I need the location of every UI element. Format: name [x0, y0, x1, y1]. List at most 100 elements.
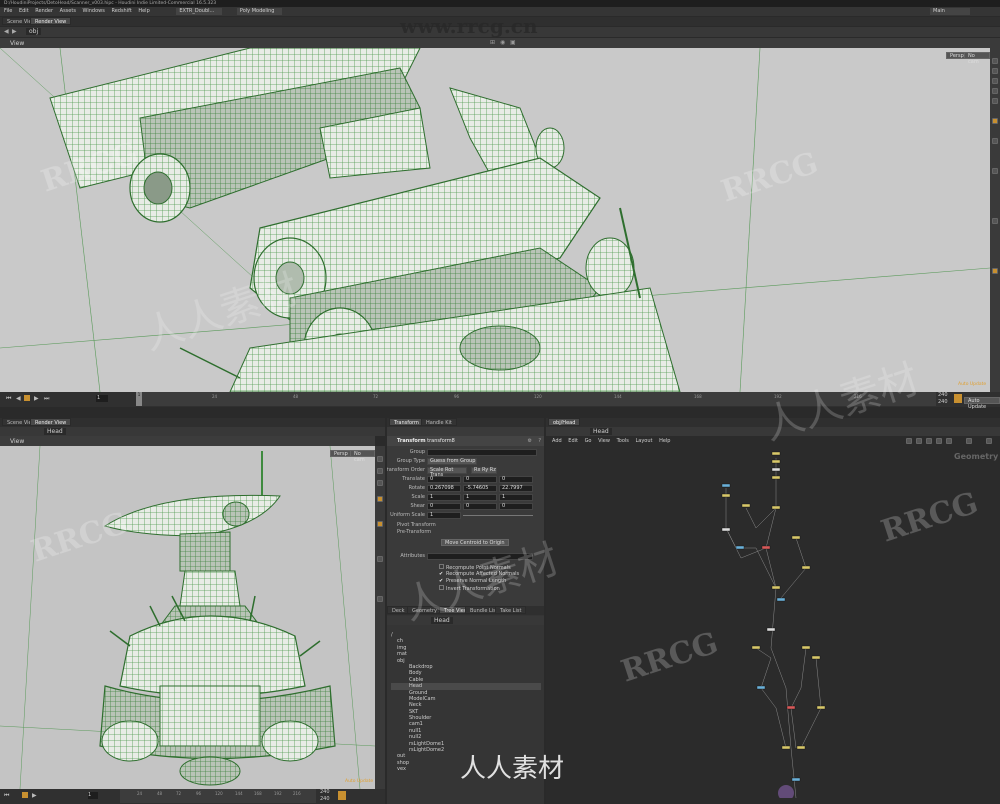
- left-viewport[interactable]: Persp No cam Auto Update: [0, 446, 375, 789]
- bottom-end-frame[interactable]: 240: [320, 789, 330, 795]
- rotate-z[interactable]: 22.7997: [499, 485, 533, 492]
- left-view-tool-icon[interactable]: [377, 556, 383, 562]
- handle-tool-icon[interactable]: [992, 98, 998, 104]
- help-icon[interactable]: ?: [538, 436, 541, 446]
- net-menu-add[interactable]: Add: [552, 438, 562, 444]
- tab-render-view[interactable]: Render View: [30, 17, 72, 25]
- bottom-end-frame-2[interactable]: 240: [320, 796, 330, 802]
- play-first-icon[interactable]: ⏮: [6, 395, 11, 403]
- ortho-tool-icon[interactable]: [992, 268, 998, 274]
- view-tool-icon[interactable]: [992, 168, 998, 174]
- snap-tool-icon[interactable]: [992, 118, 998, 124]
- net-tool-icon-4[interactable]: [936, 438, 942, 444]
- light-tool-icon[interactable]: [992, 138, 998, 144]
- shear-y[interactable]: 0: [463, 503, 497, 510]
- camera-icon[interactable]: ◉: [500, 39, 505, 46]
- rotate-x[interactable]: 0.267098: [427, 485, 461, 492]
- net-menu-edit[interactable]: Edit: [568, 438, 578, 444]
- end-frame-2[interactable]: 240: [938, 399, 948, 405]
- group-type-select[interactable]: Guess from Group: [427, 458, 477, 465]
- left-display-tool-icon[interactable]: [377, 596, 383, 602]
- left-select-tool-icon[interactable]: [377, 456, 383, 462]
- top-path[interactable]: obj: [26, 28, 42, 35]
- menu-redshift[interactable]: Redshift: [111, 8, 131, 14]
- net-tool-icon-1[interactable]: [906, 438, 912, 444]
- translate-y[interactable]: 0: [463, 476, 497, 483]
- display-icon[interactable]: ▣: [510, 39, 516, 46]
- shelf-active-tab[interactable]: Poly Modeling: [236, 8, 283, 15]
- net-tool-icon-5[interactable]: [946, 438, 952, 444]
- xform-order-select[interactable]: Scale Rot Trans: [427, 467, 467, 478]
- menu-edit[interactable]: Edit: [19, 8, 29, 14]
- bottom-play-stop-icon[interactable]: [22, 792, 28, 798]
- play-last-icon[interactable]: ⏭: [44, 395, 49, 403]
- shear-x[interactable]: 0: [427, 503, 461, 510]
- pivot-section[interactable]: Pivot Transform: [397, 522, 436, 528]
- display-tool-icon[interactable]: [992, 218, 998, 224]
- rotate-tool-icon[interactable]: [992, 78, 998, 84]
- back-arrow-icon[interactable]: ◀: [4, 28, 9, 35]
- timeline-cursor[interactable]: 1: [136, 392, 142, 406]
- key-icon[interactable]: [954, 394, 962, 403]
- tab-handle-kit[interactable]: Handle Kit: [421, 418, 457, 426]
- net-tool-icon-3[interactable]: [926, 438, 932, 444]
- play-forward-icon[interactable]: ▶: [34, 395, 39, 402]
- translate-x[interactable]: 0: [427, 476, 461, 483]
- rot-order-select[interactable]: Rx Ry Rz: [471, 467, 497, 474]
- end-frame[interactable]: 240: [938, 392, 948, 398]
- tab-transform[interactable]: Transform: [389, 418, 424, 426]
- menu-assets[interactable]: Assets: [60, 8, 76, 14]
- bottom-play-forward-icon[interactable]: ▶: [32, 792, 37, 799]
- group-field[interactable]: [427, 449, 537, 456]
- shear-z[interactable]: 0: [499, 503, 533, 510]
- auto-update-button[interactable]: Auto Update: [964, 397, 1000, 410]
- uniform-scale-field[interactable]: 1: [427, 512, 461, 519]
- menu-render[interactable]: Render: [35, 8, 53, 14]
- select-tool-icon[interactable]: [992, 58, 998, 64]
- net-tool-icon-7[interactable]: [986, 438, 992, 444]
- scale-x[interactable]: 1: [427, 494, 461, 501]
- play-stop-icon[interactable]: [24, 395, 30, 401]
- bottom-frame-field[interactable]: 1: [88, 792, 98, 799]
- net-tool-icon-6[interactable]: [966, 438, 972, 444]
- menu-windows[interactable]: Windows: [83, 8, 105, 14]
- net-tool-icon-2[interactable]: [916, 438, 922, 444]
- left-snap-tool-icon[interactable]: [377, 496, 383, 502]
- bottom-timeline-track[interactable]: 24 48 72 96 120 144 168 192 216: [120, 789, 316, 803]
- bottom-play-first-icon[interactable]: ⏮: [4, 792, 9, 800]
- play-back-icon[interactable]: ◀: [16, 395, 21, 402]
- rotate-y[interactable]: -5.74605: [463, 485, 497, 492]
- node-name[interactable]: transform8: [427, 438, 455, 444]
- scale-z[interactable]: 1: [499, 494, 533, 501]
- left-move-tool-icon[interactable]: [377, 468, 383, 474]
- left-cam-button[interactable]: No cam: [350, 450, 375, 463]
- cam-button[interactable]: No cam: [964, 52, 990, 65]
- scale-y[interactable]: 1: [463, 494, 497, 501]
- forward-arrow-icon[interactable]: ▶: [12, 28, 17, 35]
- left-persp-button[interactable]: Persp: [330, 450, 352, 457]
- net-menu-tools[interactable]: Tools: [617, 438, 629, 444]
- tab-render-view-2[interactable]: Render View: [30, 418, 72, 426]
- scale-tool-icon[interactable]: [992, 88, 998, 94]
- pretransform-section[interactable]: Pre-Transform: [397, 529, 431, 535]
- translate-z[interactable]: 0: [499, 476, 533, 483]
- net-menu-layout[interactable]: Layout: [635, 438, 652, 444]
- shelf-set-selector[interactable]: EXTR_Doubl...: [176, 8, 223, 15]
- net-menu-view[interactable]: View: [598, 438, 610, 444]
- left-light-tool-icon[interactable]: [377, 521, 383, 527]
- bottom-key-icon[interactable]: [338, 791, 346, 800]
- desktop-selector[interactable]: Main: [930, 8, 970, 15]
- net-menu-help[interactable]: Help: [659, 438, 670, 444]
- left-rotate-tool-icon[interactable]: [377, 480, 383, 486]
- frame-field[interactable]: 1: [96, 395, 108, 402]
- view-icon[interactable]: ⊞: [490, 39, 495, 46]
- menu-file[interactable]: File: [4, 8, 12, 14]
- network-path[interactable]: Head: [590, 428, 612, 435]
- left-path[interactable]: Head: [44, 428, 66, 435]
- move-tool-icon[interactable]: [992, 68, 998, 74]
- menu-help[interactable]: Help: [138, 8, 149, 14]
- tab-obj-head[interactable]: obj/Head: [548, 418, 581, 426]
- tab-take-list[interactable]: Take List: [495, 606, 527, 614]
- uniform-scale-slider[interactable]: [463, 515, 533, 516]
- net-menu-go[interactable]: Go: [585, 438, 592, 444]
